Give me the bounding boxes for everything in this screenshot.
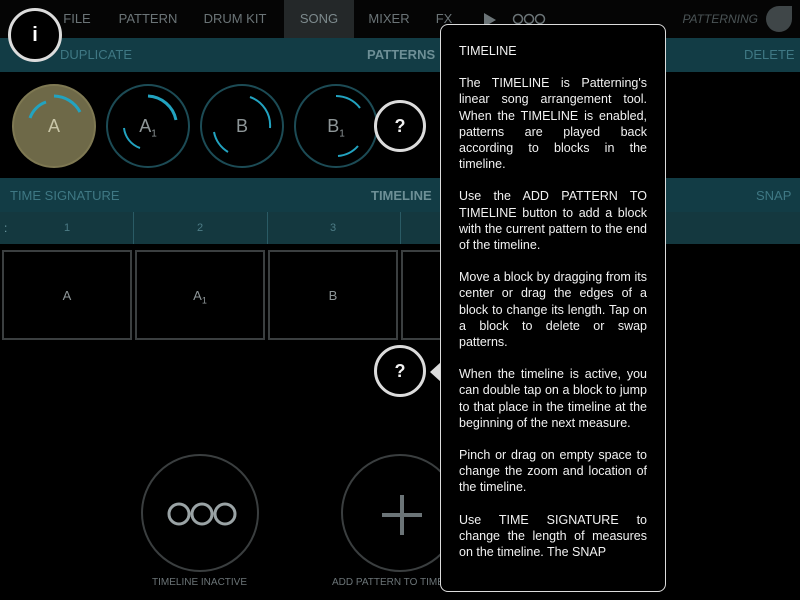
timeline-block[interactable]: B (268, 250, 398, 340)
timeline-help-button[interactable]: ? (374, 345, 426, 397)
brand-leaf-icon (766, 6, 792, 32)
plus-icon (382, 495, 422, 535)
ruler-tick (267, 212, 268, 244)
block-label: B (328, 288, 338, 303)
time-signature-button[interactable]: TIME SIGNATURE (10, 188, 120, 203)
popover-paragraph: When the timeline is active, you can dou… (459, 367, 647, 430)
timeline-toggle-button[interactable] (141, 454, 259, 572)
timeline-bar: TIME SIGNATURE TIMELINE SNAP (0, 178, 800, 212)
ruler-tick (133, 212, 134, 244)
snap-button[interactable]: SNAP (756, 188, 791, 203)
timeline-help-popover[interactable]: TIMELINE The TIMELINE is Patterning's li… (440, 24, 666, 592)
ruler-start-marker: : (4, 221, 8, 235)
tab-drum-kit[interactable]: DRUM KIT (186, 0, 284, 38)
ruler-measure-label: 1 (64, 222, 71, 234)
pattern-label: B (235, 116, 248, 136)
tab-pattern[interactable]: PATTERN (110, 0, 186, 38)
block-label: A1 (193, 288, 207, 306)
timeline-block[interactable]: A1 (135, 250, 265, 340)
timeline-block[interactable]: A (2, 250, 132, 340)
brand-label: PATTERNING (682, 12, 758, 26)
info-button[interactable]: i (8, 8, 62, 62)
pattern-label: B1 (327, 116, 345, 140)
loop-dots-icon (167, 502, 237, 526)
patterns-bar: DUPLICATE PATTERNS DELETE (0, 38, 800, 72)
popover-paragraph: Use the ADD PATTERN TO TIMELINE button t… (459, 189, 647, 253)
popover-paragraph: Use TIME SIGNATURE to change the length … (459, 512, 647, 560)
popover-paragraph: The TIMELINE is Patterning's linear song… (459, 76, 647, 172)
pattern-label: A (47, 116, 60, 136)
pattern-button-b1[interactable]: B1 (294, 84, 378, 168)
ruler-measure-label: 2 (197, 222, 204, 234)
pattern-label: A1 (139, 116, 157, 140)
ruler-tick (400, 212, 401, 244)
duplicate-button[interactable]: DUPLICATE (60, 47, 132, 62)
timeline-ruler[interactable]: : 1 2 3 (0, 212, 800, 244)
ruler-measure-label: 3 (330, 222, 337, 234)
tab-mixer[interactable]: MIXER (354, 0, 424, 38)
popover-paragraph: Pinch or drag on empty space to change t… (459, 448, 647, 495)
patterns-title: PATTERNS (367, 47, 436, 62)
popover-title: TIMELINE (459, 44, 517, 58)
pattern-button-a[interactable]: A (12, 84, 96, 168)
timeline-toggle-caption: TIMELINE INACTIVE (152, 577, 248, 588)
block-label: A (62, 288, 72, 303)
top-nav: FILE PATTERN DRUM KIT SONG MIXER FX PATT… (0, 0, 800, 38)
delete-button[interactable]: DELETE (744, 47, 795, 62)
pattern-button-b[interactable]: B (200, 84, 284, 168)
patterns-help-button[interactable]: ? (374, 100, 426, 152)
tab-song[interactable]: SONG (284, 0, 354, 38)
popover-paragraph: Move a block by dragging from its center… (459, 270, 647, 350)
pattern-button-a1[interactable]: A1 (106, 84, 190, 168)
timeline-title: TIMELINE (371, 188, 432, 203)
